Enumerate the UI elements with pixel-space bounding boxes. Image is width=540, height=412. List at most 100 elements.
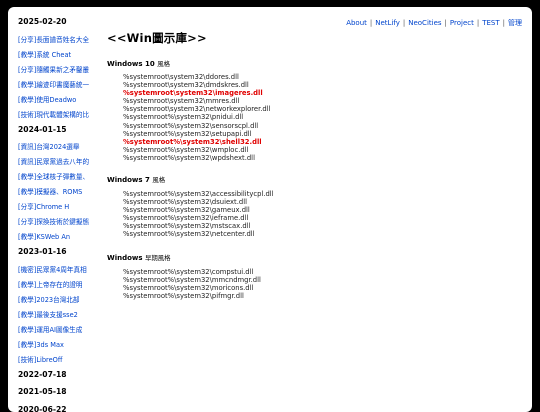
main-content: About|NetLify|NeoCities|Project|TEST|管理 …	[107, 7, 532, 412]
section-subheading: 早期風格	[145, 254, 171, 262]
post-tag: [教學]	[18, 281, 36, 289]
post-title-link[interactable]: 長面譜音姓名大全	[36, 36, 89, 44]
nav-link-2[interactable]: NeoCities	[408, 19, 441, 27]
post-title-link[interactable]: 最後支援sse2	[36, 311, 78, 319]
dll-path: %systemroot%\system32\wmploc.dll	[123, 146, 271, 154]
top-nav: About|NetLify|NeoCities|Project|TEST|管理	[346, 18, 522, 28]
dll-path: %systemroot%\system32\gameux.dll	[123, 206, 274, 214]
sidebar-post-link[interactable]: [教學]KSWeb An	[18, 232, 102, 247]
section-heading-text: Windows 10	[107, 60, 155, 68]
dll-path: %systemroot\system32\mmres.dll	[123, 97, 271, 105]
post-tag: [教學]	[18, 51, 36, 59]
page-frame: 2025-02-20[分享]長面譜音姓名大全[教學]系統 Cheat[分享]隨觸…	[8, 7, 532, 412]
post-tag: [技術]	[18, 111, 36, 119]
post-title-link[interactable]: 系統 Cheat	[36, 51, 71, 59]
sidebar-post-link[interactable]: [資訊]台灣2024選舉	[18, 142, 102, 157]
post-title-link[interactable]: 繪迹印書魔藝統一	[36, 81, 89, 89]
post-title-link[interactable]: 模擬器、ROMS	[36, 188, 82, 196]
nav-link-3[interactable]: Project	[450, 19, 474, 27]
post-title-link[interactable]: LibreOff	[36, 356, 62, 364]
dll-path: %systemroot%\system32\netcenter.dll	[123, 230, 274, 238]
post-title-link[interactable]: Chrome H	[36, 203, 69, 211]
dll-path: %systemroot%\system32\wpdshext.dll	[123, 154, 271, 162]
dll-path: %systemroot%\system32\mmcndmgr.dll	[123, 276, 261, 284]
post-tag: [教學]	[18, 188, 36, 196]
post-title-link[interactable]: KSWeb An	[36, 233, 70, 241]
nav-link-1[interactable]: NetLify	[375, 19, 400, 27]
nav-separator: |	[370, 19, 372, 27]
nav-separator: |	[445, 19, 447, 27]
section-heading-text: Windows	[107, 254, 143, 262]
dll-path: %systemroot%\system32\ieframe.dll	[123, 214, 274, 222]
nav-link-0[interactable]: About	[346, 19, 367, 27]
sidebar-post-link[interactable]: [技術]現代載體架構的比	[18, 110, 102, 125]
sidebar-date: 2024-01-15	[18, 125, 100, 135]
post-title-link[interactable]: 全球核子彈數量、	[36, 173, 89, 181]
sidebar-post-link[interactable]: [教學]全球核子彈數量、	[18, 172, 102, 187]
sidebar-post-link[interactable]: [教學]使用Deadwo	[18, 95, 102, 110]
section-subheading: 風格	[152, 176, 165, 184]
sidebar-post-link[interactable]: [教學]3ds Max	[18, 340, 102, 355]
sidebar-post-link[interactable]: [教學]模擬器、ROMS	[18, 187, 102, 202]
nav-separator: |	[403, 19, 405, 27]
sidebar-post-link[interactable]: [資訊]民眾黨過去八年的	[18, 157, 102, 172]
sidebar-post-link[interactable]: [分享]隨觸果新之矛鑿叢	[18, 65, 102, 80]
post-tag: [教學]	[18, 233, 36, 241]
post-title-link[interactable]: 現代載體架構的比	[36, 111, 89, 119]
dll-path: %systemroot%\system32\pnidui.dll	[123, 113, 271, 121]
post-title-link[interactable]: 2023台灣北部	[36, 296, 79, 304]
post-title-link[interactable]: 民眾黨4周年真相	[36, 266, 86, 274]
post-tag: [資訊]	[18, 143, 36, 151]
post-tag: [教學]	[18, 96, 36, 104]
post-tag: [分享]	[18, 36, 36, 44]
sidebar-date: 2025-02-20	[18, 17, 100, 27]
post-tag: [教學]	[18, 341, 36, 349]
dll-path-highlighted: %systemroot%\system32\shell32.dll	[123, 138, 271, 146]
post-title-link[interactable]: 運用AI圖像生成	[36, 326, 82, 334]
post-tag: [教學]	[18, 311, 36, 319]
dll-path: %systemroot%\system32\moricons.dll	[123, 284, 261, 292]
post-title-link[interactable]: 使用Deadwo	[36, 96, 76, 104]
dll-path: %systemroot%\system32\mstscax.dll	[123, 222, 274, 230]
sidebar-post-link[interactable]: [分享]探換技術於鍵擬態	[18, 217, 102, 232]
dll-path: %systemroot%\system32\setupapi.dll	[123, 130, 271, 138]
dll-list: %systemroot%\system32\accessibilitycpl.d…	[123, 190, 274, 239]
dll-path: %systemroot%\system32\compstui.dll	[123, 268, 261, 276]
dll-path: %systemroot\system32\networkexplorer.dll	[123, 105, 271, 113]
post-tag: [教學]	[18, 326, 36, 334]
dll-path: %systemroot%\system32\accessibilitycpl.d…	[123, 190, 274, 198]
post-tag: [資訊]	[18, 158, 36, 166]
sidebar-date: 2021-05-18	[18, 387, 100, 397]
post-title-link[interactable]: 民眾黨過去八年的	[36, 158, 89, 166]
sidebar-post-link[interactable]: [教學]系統 Cheat	[18, 50, 102, 65]
nav-link-4[interactable]: TEST	[482, 19, 499, 27]
post-tag: [教學]	[18, 173, 36, 181]
post-title-link[interactable]: 探換技術於鍵擬態	[36, 218, 89, 226]
post-tag: [機密]	[18, 266, 36, 274]
sidebar-post-link[interactable]: [教學]2023台灣北部	[18, 295, 102, 310]
sidebar-date: 2020-06-22	[18, 405, 100, 412]
post-tag: [教學]	[18, 81, 36, 89]
dll-path: %systemroot%\system32\pifmgr.dll	[123, 292, 261, 300]
sidebar-post-link[interactable]: [教學]運用AI圖像生成	[18, 325, 102, 340]
page-title: <<Win圖示庫>>	[107, 30, 207, 46]
dll-path: %systemroot%\system32\dsuiext.dll	[123, 198, 274, 206]
sidebar-post-link[interactable]: [教學]上帝存在的證明	[18, 280, 102, 295]
sidebar-post-link[interactable]: [機密]民眾黨4周年真相	[18, 265, 102, 280]
post-tag: [分享]	[18, 218, 36, 226]
sidebar-post-link[interactable]: [分享]長面譜音姓名大全	[18, 35, 102, 50]
sidebar-post-link[interactable]: [技術]LibreOff	[18, 355, 102, 370]
post-title-link[interactable]: 上帝存在的證明	[36, 281, 82, 289]
post-title-link[interactable]: 台灣2024選舉	[36, 143, 79, 151]
dll-path: %systemroot\system32\ddores.dll	[123, 73, 271, 81]
sidebar-post-link[interactable]: [教學]繪迹印書魔藝統一	[18, 80, 102, 95]
post-title-link[interactable]: 3ds Max	[36, 341, 64, 349]
sidebar-post-link[interactable]: [分享]Chrome H	[18, 202, 102, 217]
post-tag: [分享]	[18, 66, 36, 74]
sidebar-post-link[interactable]: [教學]最後支援sse2	[18, 310, 102, 325]
dll-list: %systemroot%\system32\compstui.dll%syste…	[123, 268, 261, 300]
nav-link-5[interactable]: 管理	[508, 19, 522, 27]
post-title-link[interactable]: 隨觸果新之矛鑿叢	[36, 66, 89, 74]
section-subheading: 風格	[157, 60, 170, 68]
section-heading: Windows 10 風格	[107, 59, 170, 68]
